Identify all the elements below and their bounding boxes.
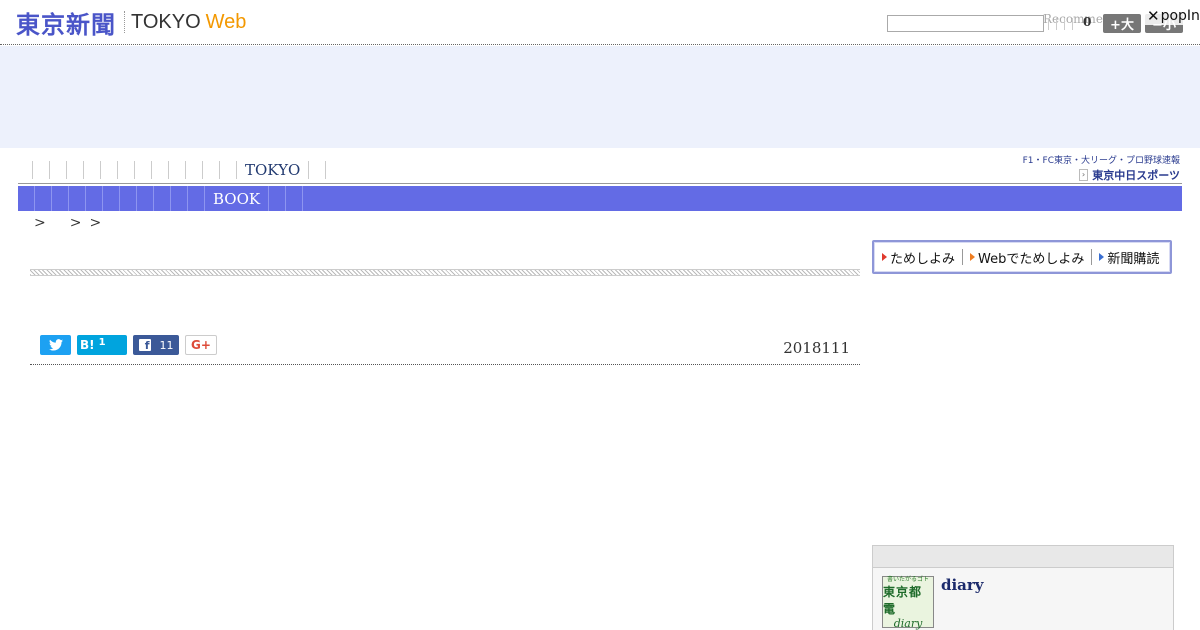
newspaper-subscribe-link[interactable]: 新聞購読 bbox=[1099, 248, 1159, 267]
diary-thumb-subtitle: diary bbox=[893, 617, 923, 630]
subnav-item[interactable] bbox=[50, 161, 67, 179]
subnav-item[interactable] bbox=[84, 161, 101, 179]
hatena-count: 1 bbox=[98, 336, 106, 348]
chunichi-tagline: F1・FC東京・大リーグ・プロ野球速報 bbox=[1022, 156, 1180, 166]
breadcrumb: > > > bbox=[34, 215, 101, 231]
main-nav-item[interactable] bbox=[286, 186, 304, 211]
site-header: 東京新聞 TOKYO Web Recommend 0 +大 −小 ✕ popIn bbox=[0, 0, 1200, 45]
main-nav-item[interactable] bbox=[69, 186, 86, 211]
subnav-item[interactable] bbox=[203, 161, 220, 179]
subnav-item[interactable] bbox=[135, 161, 152, 179]
diary-thumb-caption: 書いたがるゴト bbox=[886, 576, 929, 583]
subnav-item[interactable] bbox=[67, 161, 84, 179]
main-nav-item[interactable] bbox=[35, 186, 52, 211]
recommend-bars bbox=[1048, 18, 1073, 30]
article-title-rule bbox=[30, 269, 860, 276]
web-trial-read-link[interactable]: Webでためしよみ bbox=[970, 248, 1084, 267]
chunichi-brand-row: › 東京中日スポーツ bbox=[1022, 167, 1180, 183]
chunichi-brand: 東京中日スポーツ bbox=[1092, 169, 1180, 182]
main-nav-item[interactable] bbox=[188, 186, 205, 211]
page: 東京新聞 TOKYO Web Recommend 0 +大 −小 ✕ popIn… bbox=[0, 0, 1200, 630]
logo-tokyo: TOKYO bbox=[131, 10, 201, 33]
recommend-count: 0 bbox=[1083, 15, 1092, 29]
divider bbox=[962, 249, 964, 265]
font-size-increase-button[interactable]: +大 bbox=[1103, 14, 1141, 33]
main-nav-item[interactable] bbox=[18, 186, 35, 211]
twitter-share-button[interactable] bbox=[40, 335, 71, 355]
subnav-item[interactable] bbox=[101, 161, 118, 179]
triangle-right-icon bbox=[970, 253, 976, 261]
main-nav-item[interactable] bbox=[269, 186, 287, 211]
close-icon[interactable]: ✕ bbox=[1147, 7, 1160, 25]
newspaper-subscribe-label: 新聞購読 bbox=[1107, 251, 1160, 267]
side-box-header bbox=[873, 546, 1173, 568]
logo-separator bbox=[124, 11, 125, 33]
google-plus-share-button[interactable]: G+ bbox=[185, 335, 217, 355]
breadcrumb-separator: > bbox=[89, 215, 102, 231]
subnav-item[interactable] bbox=[186, 161, 203, 179]
triangle-right-icon bbox=[882, 253, 887, 261]
main-nav: BOOK bbox=[18, 186, 1182, 211]
main-nav-item[interactable] bbox=[137, 186, 154, 211]
article-date: 2018111 bbox=[783, 339, 850, 357]
web-trial-read-label: Webでためしよみ bbox=[978, 251, 1085, 267]
main-nav-item[interactable] bbox=[171, 186, 188, 211]
divider bbox=[1091, 249, 1093, 265]
logo-web: Web bbox=[205, 10, 247, 33]
subnav-item[interactable] bbox=[32, 161, 50, 179]
nav-divider bbox=[18, 183, 1182, 184]
share-buttons: B! 1 f 11 G+ bbox=[40, 335, 217, 355]
popin-badge[interactable]: ✕ popIn bbox=[1144, 7, 1200, 25]
subnav-item[interactable] bbox=[152, 161, 169, 179]
subnav-item[interactable] bbox=[118, 161, 135, 179]
main-nav-item[interactable]: BOOK bbox=[205, 186, 270, 211]
logo-kanji: 東京新聞 bbox=[16, 10, 116, 39]
subnav-item[interactable] bbox=[169, 161, 186, 179]
ad-banner-area bbox=[0, 46, 1200, 148]
main-nav-item[interactable] bbox=[52, 186, 69, 211]
secondary-nav: TOKYO bbox=[32, 160, 327, 180]
diary-link[interactable]: diary bbox=[941, 576, 984, 594]
diary-thumbnail[interactable]: 書いたがるゴト 東京都電 diary bbox=[882, 576, 934, 630]
chunichi-sports-link[interactable]: F1・FC東京・大リーグ・プロ野球速報 › 東京中日スポーツ bbox=[1022, 153, 1180, 183]
trial-read-link[interactable]: ためしよみ bbox=[882, 248, 955, 267]
hatena-icon: B! bbox=[80, 338, 95, 352]
hatena-bookmark-button[interactable]: B! 1 bbox=[77, 335, 127, 355]
subnav-item[interactable] bbox=[309, 161, 327, 179]
subnav-item[interactable] bbox=[220, 161, 237, 179]
facebook-icon: f bbox=[138, 339, 151, 351]
chevron-right-icon: › bbox=[1078, 169, 1089, 181]
diary-thumb-title: 東京都電 bbox=[883, 585, 923, 616]
breadcrumb-separator: > bbox=[34, 215, 46, 231]
triangle-right-icon bbox=[1099, 253, 1105, 261]
main-nav-item[interactable] bbox=[86, 186, 103, 211]
breadcrumb-separator: > bbox=[69, 215, 82, 231]
main-nav-item[interactable] bbox=[120, 186, 137, 211]
site-logo[interactable]: 東京新聞 TOKYO Web bbox=[16, 8, 247, 39]
popin-label: popIn bbox=[1160, 8, 1200, 24]
main-nav-item[interactable] bbox=[103, 186, 120, 211]
subnav-item[interactable]: TOKYO bbox=[237, 161, 310, 179]
subscription-links: ためしよみ Webでためしよみ 新聞購読 bbox=[872, 240, 1172, 274]
facebook-share-button[interactable]: f 11 bbox=[133, 335, 179, 355]
trial-read-label: ためしよみ bbox=[890, 251, 956, 267]
facebook-count: 11 bbox=[159, 338, 174, 352]
main-nav-item[interactable] bbox=[154, 186, 171, 211]
twitter-icon bbox=[48, 339, 63, 351]
article-date-rule bbox=[30, 364, 860, 365]
side-feature-box: 書いたがるゴト 東京都電 diary diary bbox=[872, 545, 1174, 630]
search-input[interactable] bbox=[887, 15, 1044, 32]
